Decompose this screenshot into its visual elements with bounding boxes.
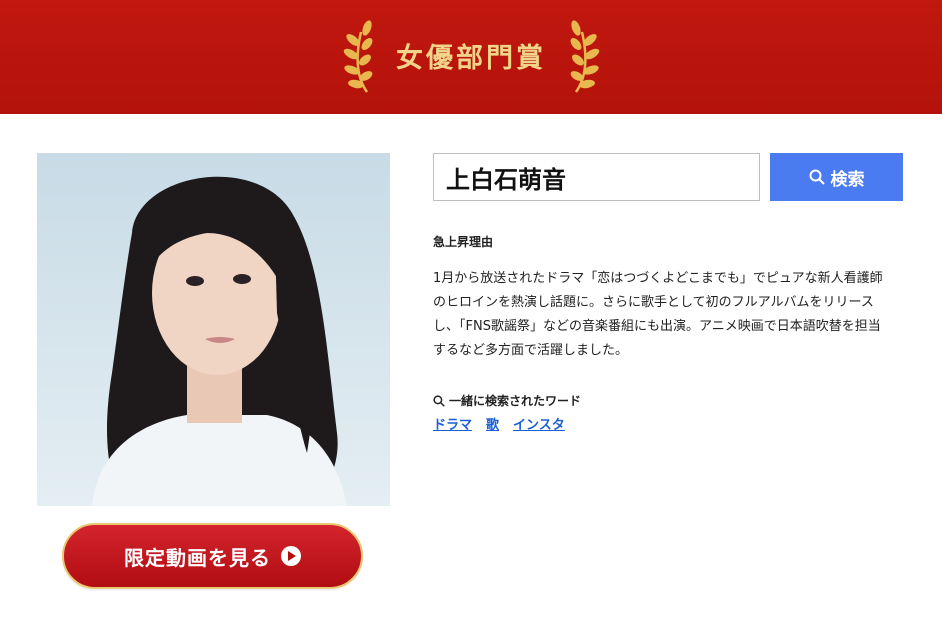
cta-label: 限定動画を見る [124, 545, 271, 570]
portrait-image [37, 153, 390, 506]
watch-exclusive-video-button[interactable]: 限定動画を見る [62, 523, 363, 589]
search-icon [809, 169, 825, 185]
search-button[interactable]: 検索 [770, 153, 903, 201]
related-words-list: ドラマ 歌 インスタ [433, 414, 565, 433]
search-icon [433, 394, 445, 407]
award-banner: 女優部門賞 [0, 0, 942, 114]
laurel-right-icon [570, 20, 600, 93]
search-button-label: 検索 [830, 169, 865, 190]
search-input[interactable]: 上白石萌音 [433, 153, 760, 201]
related-word-instagram-link[interactable]: インスタ [513, 414, 565, 433]
search-input-value: 上白石萌音 [446, 165, 566, 194]
related-words-label: 一緒に検索されたワード [449, 394, 582, 408]
reason-text: 1月から放送されたドラマ「恋はつづくよどこまでも」でピュアな新人看護師 のヒロイ… [433, 271, 883, 358]
reason-heading: 急上昇理由 [433, 235, 494, 249]
profile-photo [37, 153, 390, 506]
related-word-song-link[interactable]: 歌 [486, 414, 499, 433]
related-word-drama-link[interactable]: ドラマ [433, 414, 472, 433]
related-words-heading: 一緒に検索されたワード [433, 392, 581, 409]
play-circle-icon [281, 546, 301, 566]
award-title: 女優部門賞 [396, 43, 546, 74]
